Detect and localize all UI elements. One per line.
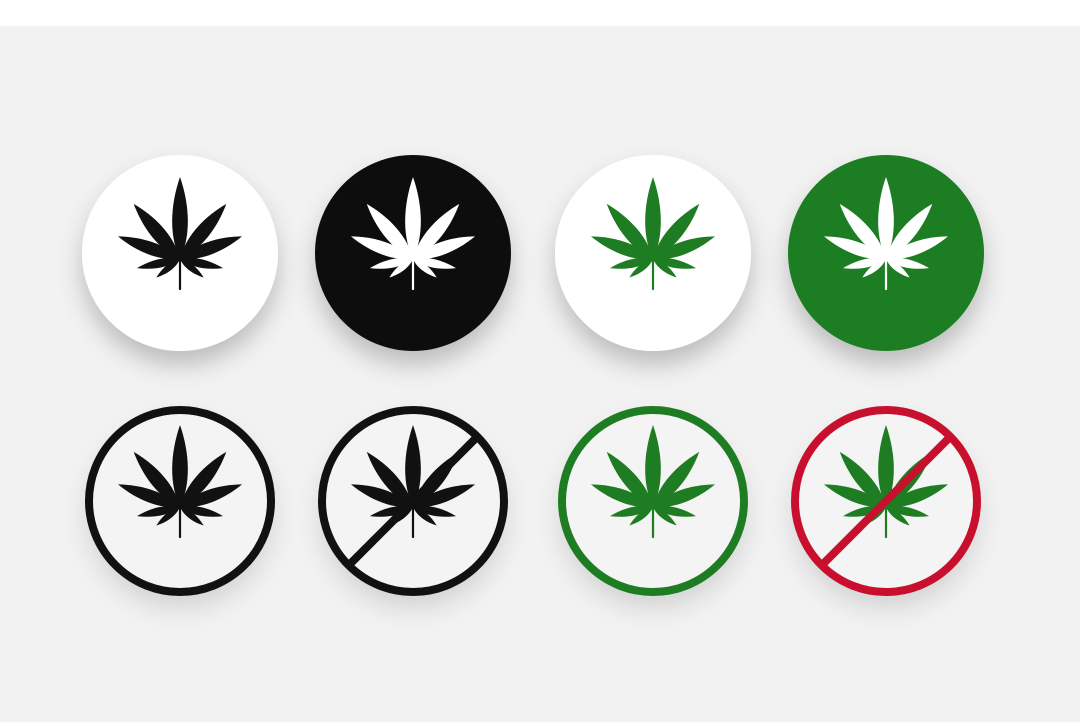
no-cannabis-icon (791, 406, 981, 596)
cannabis-leaf-icon (555, 155, 751, 351)
cannabis-leaf-icon (788, 155, 984, 351)
cannabis-leaf-icon (315, 155, 511, 351)
cannabis-leaf-ring-icon (558, 406, 748, 596)
cannabis-leaf-icon (82, 155, 278, 351)
cannabis-leaf-ring-icon (85, 406, 275, 596)
no-cannabis-icon (318, 406, 508, 596)
cannabis-icon-grid (0, 0, 1080, 722)
